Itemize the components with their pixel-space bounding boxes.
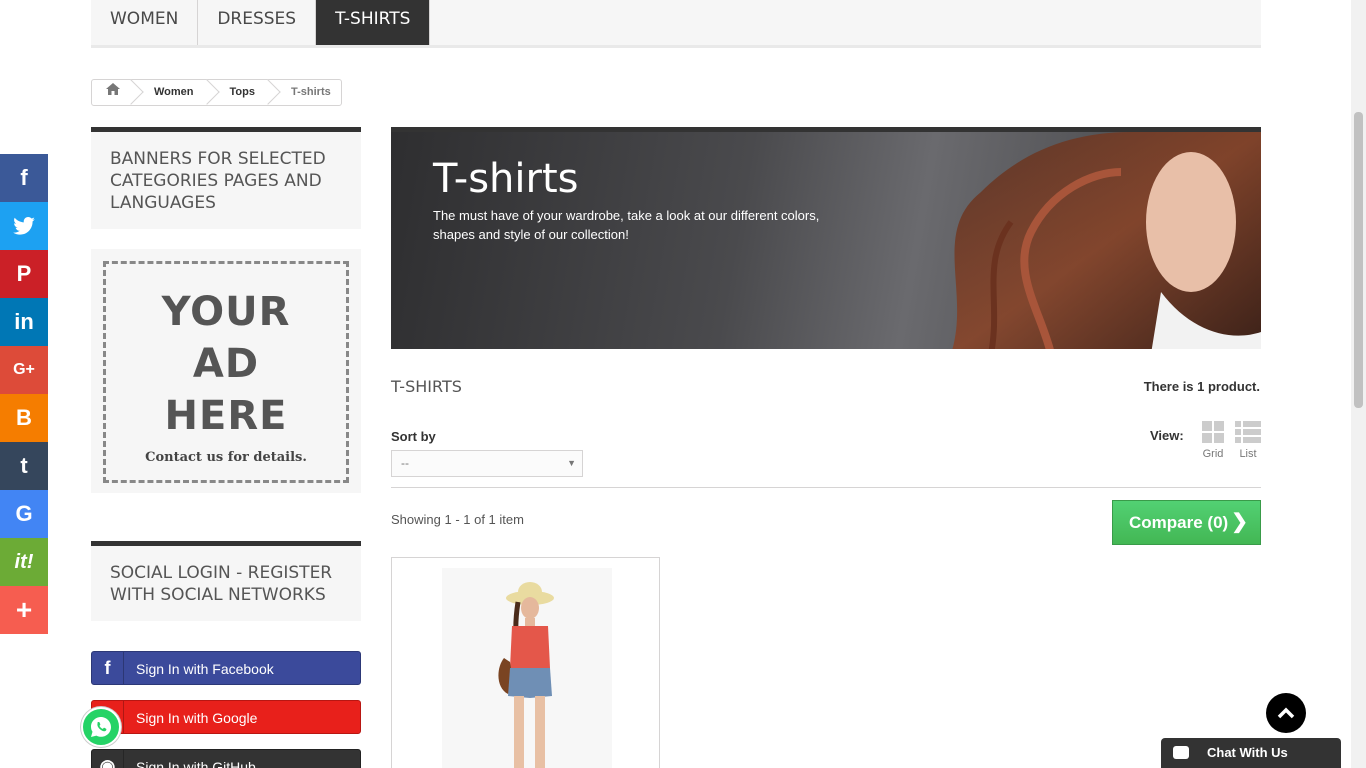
compare-label: Compare (0)	[1129, 513, 1229, 532]
product-card[interactable]	[391, 557, 660, 768]
tab-women[interactable]: WOMEN	[91, 0, 199, 45]
compare-button[interactable]: Compare (0) ❯	[1112, 500, 1261, 545]
list-icon	[1235, 421, 1261, 443]
tab-dresses[interactable]: DRESSES	[198, 0, 317, 45]
github-signin-label: Sign In with GitHub	[136, 759, 256, 768]
product-image	[442, 568, 612, 768]
chat-label: Chat With Us	[1207, 745, 1288, 760]
tab-tshirts[interactable]: T-SHIRTS	[316, 0, 431, 45]
view-list-button[interactable]: List	[1234, 421, 1262, 460]
blogger-icon[interactable]: B	[0, 394, 48, 442]
scroll-to-top-button[interactable]	[1266, 693, 1306, 733]
google-icon[interactable]: G	[0, 490, 48, 538]
whatsapp-icon[interactable]	[81, 707, 121, 747]
toolbar-divider	[391, 487, 1261, 488]
google-signin-label: Sign In with Google	[136, 710, 258, 726]
chevron-right-icon: ❯	[1231, 511, 1248, 533]
pinterest-icon[interactable]: P	[0, 250, 48, 298]
facebook-signin-label: Sign In with Facebook	[136, 661, 274, 677]
category-banner: T-shirts The must have of your wardrobe,…	[391, 127, 1261, 349]
grid-icon	[1202, 421, 1224, 443]
facebook-signin-button[interactable]: f Sign In with Facebook	[91, 651, 361, 685]
tumblr-icon[interactable]: t	[0, 442, 48, 490]
more-icon[interactable]: +	[0, 586, 48, 634]
scrollbar-thumb[interactable]	[1354, 112, 1363, 408]
facebook-icon: f	[92, 652, 124, 684]
sort-by-label: Sort by	[391, 429, 436, 444]
showing-count: Showing 1 - 1 of 1 item	[391, 512, 524, 527]
github-icon: ◉	[92, 750, 124, 768]
ad-banner[interactable]: YOUR AD HERE Contact us for details.	[91, 249, 361, 493]
chevron-down-icon: ▼	[567, 458, 576, 468]
products-heading: T-SHIRTS	[391, 377, 462, 396]
chat-icon	[1173, 746, 1189, 759]
linkedin-icon[interactable]: in	[0, 298, 48, 346]
scoopit-icon[interactable]: it!	[0, 538, 48, 586]
sort-by-select[interactable]: -- ▼	[391, 450, 583, 477]
social-share-bar: f P in G+ B t G it! +	[0, 154, 48, 634]
page: WOMEN DRESSES T-SHIRTS Women Tops T-shir…	[0, 0, 1366, 768]
view-grid-label: Grid	[1202, 448, 1224, 460]
breadcrumb-current: T-shirts	[291, 86, 331, 98]
view-list-label: List	[1239, 448, 1257, 460]
chevron-up-icon	[1277, 707, 1295, 719]
chat-widget[interactable]: Chat With Us	[1161, 738, 1341, 768]
ad-frame: YOUR AD HERE Contact us for details.	[103, 261, 349, 483]
breadcrumb-home[interactable]	[92, 80, 134, 105]
category-title: T-shirts	[433, 156, 579, 202]
breadcrumb-women[interactable]: Women	[134, 80, 210, 105]
view-grid-button[interactable]: Grid	[1199, 421, 1227, 460]
ad-contact: Contact us for details.	[145, 450, 307, 465]
google-signin-button[interactable]: G Sign In with Google	[91, 700, 361, 734]
social-login-title: SOCIAL LOGIN - REGISTER WITH SOCIAL NETW…	[91, 541, 361, 621]
googleplus-icon[interactable]: G+	[0, 346, 48, 394]
model-hair-image	[952, 132, 1261, 349]
view-label: View:	[1150, 428, 1184, 443]
home-icon	[106, 83, 120, 98]
product-count: There is 1 product.	[1143, 379, 1260, 394]
github-signin-button[interactable]: ◉ Sign In with GitHub	[91, 749, 361, 768]
banners-block-title: BANNERS FOR SELECTED CATEGORIES PAGES AN…	[91, 127, 361, 229]
twitter-icon[interactable]	[0, 202, 48, 250]
scrollbar[interactable]	[1351, 0, 1366, 768]
top-menu: WOMEN DRESSES T-SHIRTS	[91, 0, 1261, 48]
breadcrumb: Women Tops T-shirts	[91, 79, 342, 106]
category-description: The must have of your wardrobe, take a l…	[433, 208, 820, 242]
facebook-icon[interactable]: f	[0, 154, 48, 202]
ad-headline: YOUR AD HERE	[161, 289, 291, 439]
sort-by-value: --	[401, 456, 409, 470]
